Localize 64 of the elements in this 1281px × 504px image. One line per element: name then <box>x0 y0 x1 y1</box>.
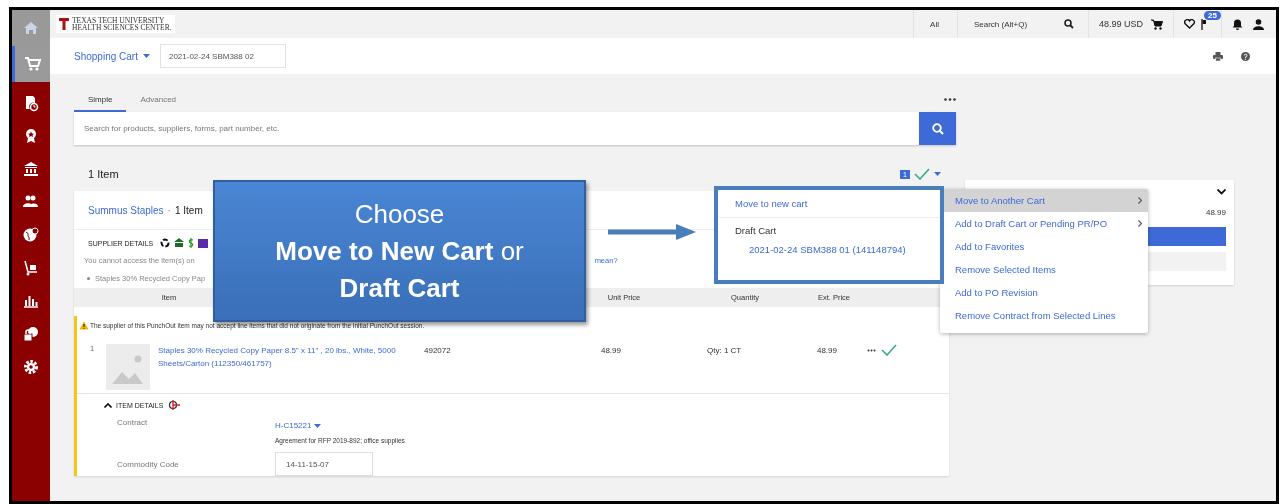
caret-icon <box>314 423 322 428</box>
cart-name-field[interactable]: 2021-02-24 SBM388 02 <box>159 44 286 68</box>
search-button[interactable] <box>919 112 956 145</box>
contract-dropdown[interactable]: H-C15221 <box>275 416 475 430</box>
hand-truck-icon <box>22 258 40 277</box>
more-icon[interactable] <box>944 98 956 101</box>
settings-icon <box>22 357 40 376</box>
arrow-icon <box>608 224 696 240</box>
checkmark-icon[interactable] <box>881 344 897 356</box>
field-label: Commodity Code <box>117 459 180 471</box>
recycle-icon <box>160 238 171 248</box>
lock-gear-icon <box>22 324 40 343</box>
part-number: 492072 <box>424 345 452 355</box>
dollar-icon <box>188 238 195 248</box>
menu-item[interactable]: Remove Selected Items <box>940 258 1148 281</box>
callout-text: Choose Move to New Cart or Draft Cart <box>275 197 524 305</box>
global-search-field[interactable]: Search (Alt+Q) <box>971 18 1056 30</box>
supplier-item-count: 1 Item <box>174 204 203 216</box>
notification-badge: 25 <box>1204 10 1221 20</box>
double-t-icon <box>59 18 69 30</box>
draft-cart-heading: Draft Cart <box>734 224 778 236</box>
extended-price: 48.99 <box>815 345 837 355</box>
more-icon[interactable] <box>867 349 876 352</box>
help-icon[interactable] <box>1241 51 1250 61</box>
cart-icon <box>23 55 42 73</box>
menu-item[interactable]: Add to Favorites <box>940 235 1148 258</box>
search-icon <box>931 122 944 135</box>
building-icon <box>174 238 185 248</box>
supplier-link[interactable]: Summus Staples <box>88 204 164 216</box>
menu-item[interactable]: Add to PO Revision <box>940 281 1148 304</box>
cart-menu[interactable]: Shopping Cart <box>74 50 150 62</box>
chevron-icon[interactable] <box>1217 189 1226 195</box>
print-icon[interactable] <box>1213 51 1223 61</box>
image-placeholder-icon <box>106 344 150 390</box>
heart-icon[interactable] <box>1184 19 1195 29</box>
product-link[interactable]: Staples 30% Recycled Copy Paper 8.5" x 11" , 20 lbs., White, 5000 Sheets/Carton (112350/461757) <box>158 344 398 370</box>
menu-item[interactable]: Add to Draft Cart or Pending PR/PO <box>940 212 1148 235</box>
user-icon[interactable] <box>1253 18 1264 30</box>
field-label: Contract <box>117 417 149 429</box>
warning-icon <box>79 320 89 330</box>
item-count: 1 Item <box>88 168 119 180</box>
quantity: Qty: 1 CT <box>707 345 743 355</box>
cart-total[interactable]: 48.99 USD <box>1098 19 1143 29</box>
unit-price: 48.99 <box>599 345 621 355</box>
draft-cart-link[interactable]: 2021-02-24 SBM388 01 (141148794) <box>718 236 940 255</box>
checkmark-icon <box>914 168 930 180</box>
target-icon <box>168 400 181 410</box>
bell-icon[interactable] <box>1232 18 1243 30</box>
separator-dot: · <box>167 204 171 216</box>
sidebar-item[interactable] <box>12 46 50 82</box>
home-icon <box>22 19 40 37</box>
cart-icon[interactable] <box>1151 18 1163 30</box>
caret-icon <box>142 54 150 58</box>
search-icon[interactable] <box>1063 19 1074 29</box>
product-search-field[interactable]: Search for products, suppliers, forms, part number, etc. <box>74 112 919 145</box>
move-to-new-cart-link[interactable]: Move to new cart <box>718 190 940 218</box>
bullet-icon <box>87 276 90 280</box>
flag-icon[interactable] <box>1201 18 1207 30</box>
bank-icon <box>22 159 40 178</box>
search-tab[interactable]: Advanced <box>126 95 191 112</box>
menu-item[interactable]: Remove Contract from Selected Lines <box>940 304 1148 327</box>
caret-icon[interactable] <box>934 172 941 176</box>
commodity-code-field[interactable]: 14-11-15-07 <box>275 452 373 476</box>
summary-total: 48.99 <box>1204 208 1226 217</box>
